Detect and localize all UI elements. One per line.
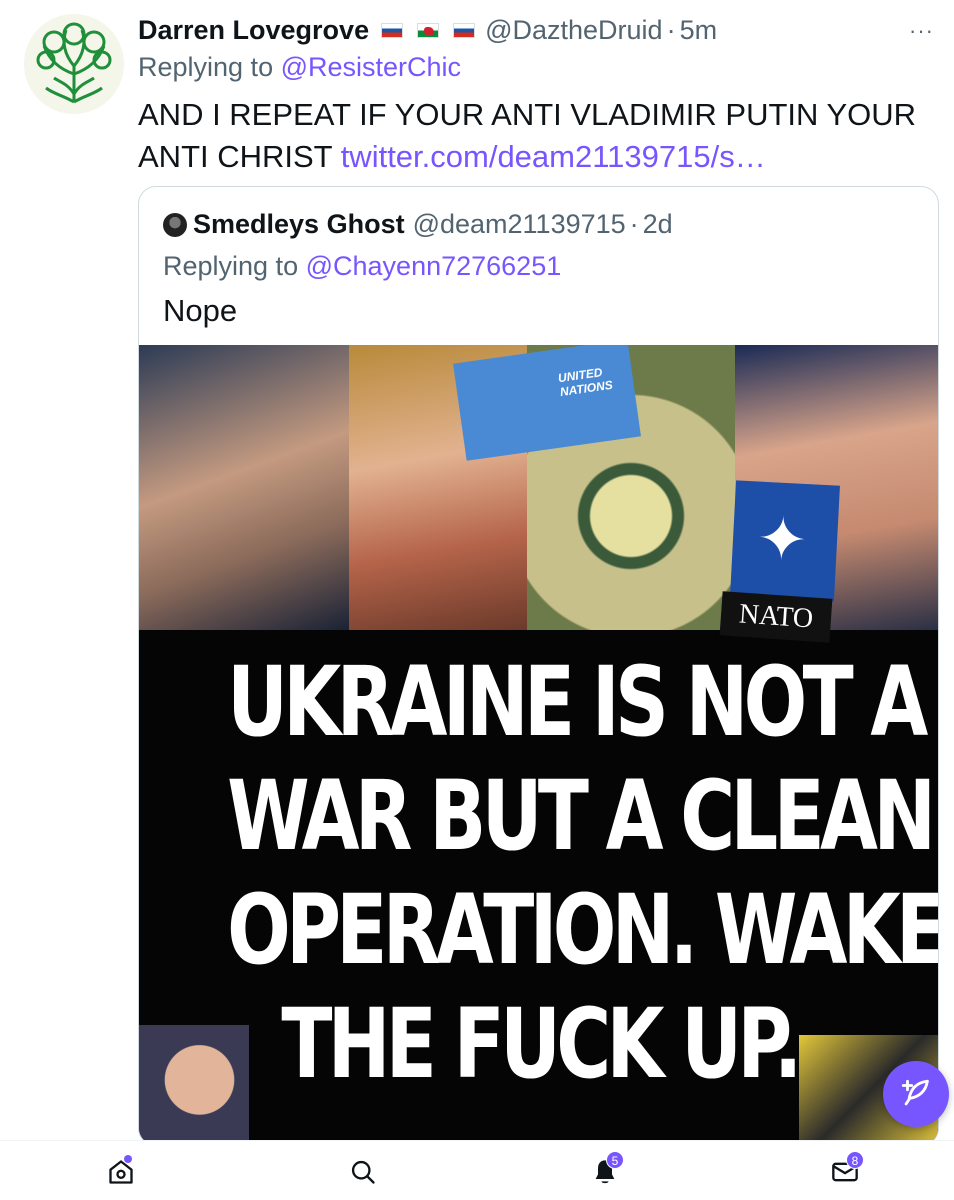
messages-badge: 8 [846,1151,864,1169]
quoted-tweet[interactable]: Smedleys Ghost @deam21139715 · 2d Replyi… [138,186,939,1146]
caption-line: THE FUCK UP. [281,988,802,1100]
caption-line: WAR BUT A CLEANUP [227,760,938,872]
flag-emojis [381,22,476,38]
quoted-tweet-header: Smedleys Ghost @deam21139715 · 2d [163,209,673,240]
quoted-author-avatar [163,212,187,237]
nav-messages[interactable]: 8 [828,1151,864,1189]
bottom-navigation: 5 8 [0,1140,954,1200]
author-name[interactable]: Darren Lovegrove [138,15,369,46]
nav-notifications[interactable]: 5 [588,1151,624,1189]
separator-dot: · [629,209,639,239]
nato-badge: NATO [719,591,833,643]
tweet-text-line: AND I REPEAT IF YOUR ANTI VLADIMIR PUTIN… [138,97,917,132]
tree-of-life-logo-icon [26,16,122,112]
nav-search[interactable] [346,1155,380,1189]
tweet-text-line: ANTI CHRIST [138,139,333,174]
notifications-badge: 5 [606,1151,624,1169]
quoted-replying-to: Replying to @Chayenn72766251 [163,251,561,282]
quoted-tweet-text: Nope [163,293,238,328]
quoted-author-handle: @deam21139715 [412,209,626,239]
nato-flag-icon [730,480,840,602]
russia-flag-icon [453,22,476,38]
nav-home[interactable] [104,1155,138,1189]
image-caption: UKRAINE IS NOT A WAR BUT A CLEANUP OPERA… [227,645,939,1101]
tweet-header: Darren Lovegrove @DaztheDruid · 5m [138,12,717,48]
replying-to-label: Replying to [138,52,274,82]
caption-line: UKRAINE IS NOT A [227,646,928,758]
caption-line: OPERATION. WAKE [227,874,939,986]
more-options-icon[interactable]: ··· [909,18,934,44]
author-handle[interactable]: @DaztheDruid [485,15,662,46]
tweet[interactable]: Darren Lovegrove @DaztheDruid · 5m ··· R… [0,0,954,1146]
home-icon [109,1160,133,1184]
separator-dot: · [666,14,676,45]
replying-to-label: Replying to [163,251,299,281]
quoted-replying-to-handle: @Chayenn72766251 [305,251,562,281]
image-panel-old-man [139,1025,249,1145]
russia-flag-icon [381,22,404,38]
image-collage: UNITED NATIONS NATO [139,345,938,643]
quoted-tweet-image[interactable]: UNITED NATIONS NATO UKRAINE IS NOT A WAR… [139,345,939,1145]
tweet-text: AND I REPEAT IF YOUR ANTI VLADIMIR PUTIN… [138,94,938,178]
compose-tweet-button[interactable] [883,1061,949,1127]
search-icon [351,1160,375,1184]
author-avatar[interactable] [24,14,124,114]
tweet-timestamp[interactable]: 5m [680,15,718,46]
replying-to: Replying to @ResisterChic [138,52,461,83]
wales-flag-icon [417,22,440,38]
un-badge-label: UNITED NATIONS [557,365,614,400]
tweet-link[interactable]: twitter.com/deam21139715/s… [341,139,766,174]
feather-plus-icon [901,1079,929,1106]
replying-to-handle[interactable]: @ResisterChic [281,52,461,82]
quoted-tweet-timestamp: 2d [642,209,673,239]
image-panel-man [139,345,349,630]
quoted-author-name: Smedleys Ghost [193,209,405,239]
home-notification-dot [124,1155,132,1163]
